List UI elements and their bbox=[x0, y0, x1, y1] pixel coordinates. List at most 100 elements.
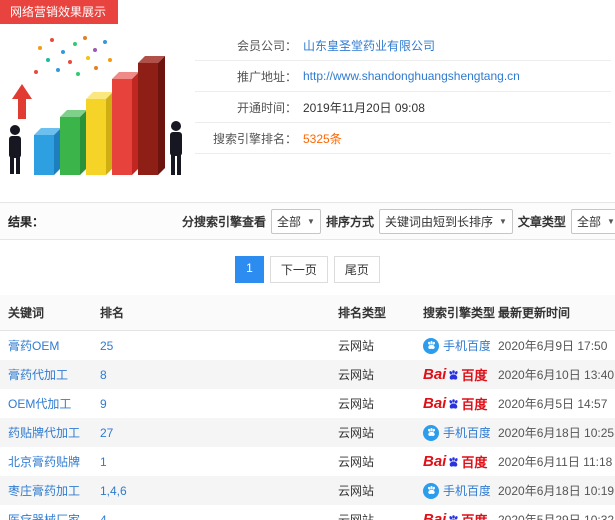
engine-cell: 手机百度 bbox=[415, 331, 490, 361]
engine-filter-select[interactable]: 全部 ▼ bbox=[271, 208, 321, 234]
rank-type-cell: 云网站 bbox=[338, 513, 375, 520]
updated-cell: 2020年6月9日 17:50 bbox=[498, 339, 608, 353]
table-row: 膏药OEM 25 云网站 手机百度 2020年6月9日 17:50 bbox=[0, 331, 615, 361]
sort-select[interactable]: 关键词由短到长排序 ▼ bbox=[378, 208, 513, 234]
mobile-baidu-label: 手机百度 bbox=[443, 339, 490, 353]
mobile-baidu-label: 手机百度 bbox=[443, 484, 490, 498]
mobile-baidu-engine: 手机百度 bbox=[423, 424, 490, 441]
keyword-cell: 膏药OEM bbox=[0, 331, 92, 361]
rank-cell: 4 bbox=[92, 505, 330, 520]
updated-cell: 2020年6月18日 10:25 bbox=[498, 426, 615, 440]
rank-link[interactable]: 4 bbox=[100, 513, 107, 520]
engine-filter-label: 分搜索引擎查看 bbox=[182, 214, 267, 229]
header-updated: 最新更新时间 bbox=[490, 295, 615, 331]
engine-cell: 手机百度 bbox=[415, 476, 490, 505]
page-title-bar: 网络营销效果展示 bbox=[0, 0, 119, 24]
rank-type-cell: 云网站 bbox=[338, 484, 375, 498]
header-keyword: 关键词 bbox=[0, 295, 92, 331]
filter-bar: 结果： 分搜索引擎查看 全部 ▼ 排序方式 关键词由短到长排序 ▼ 文章类型 全… bbox=[0, 202, 615, 240]
baidu-logo: Bai百度 bbox=[423, 453, 488, 470]
header-rank: 排名 bbox=[92, 295, 330, 331]
page-next[interactable]: 下一页 bbox=[269, 256, 328, 283]
baidu-logo: Bai百度 bbox=[423, 366, 488, 383]
header-engine-type: 搜索引擎类型 bbox=[415, 295, 495, 331]
keyword-cell: 药贴牌代加工 bbox=[0, 418, 92, 447]
rank-link[interactable]: 25 bbox=[100, 339, 113, 353]
updated-cell: 2020年5月29日 10:32 bbox=[498, 513, 615, 520]
keyword-link[interactable]: 膏药OEM bbox=[8, 339, 59, 353]
sort-value: 关键词由短到长排序 bbox=[384, 214, 493, 229]
rank-type-cell: 云网站 bbox=[338, 455, 375, 469]
result-label: 结果： bbox=[8, 214, 45, 229]
keyword-link[interactable]: 枣庄膏药加工 bbox=[8, 484, 80, 498]
page-title: 网络营销效果展示 bbox=[10, 5, 107, 19]
engine-cell: Bai百度 bbox=[415, 505, 490, 520]
keyword-link[interactable]: 北京膏药贴牌 bbox=[8, 455, 80, 469]
baidu-logo: Bai百度 bbox=[423, 395, 488, 412]
chevron-down-icon: ▼ bbox=[606, 216, 615, 226]
keyword-link[interactable]: 膏药代加工 bbox=[8, 368, 68, 382]
rank-type-cell: 云网站 bbox=[338, 426, 375, 440]
table-body: 膏药OEM 25 云网站 手机百度 2020年6月9日 17:50 膏药代加工 … bbox=[0, 331, 615, 520]
pagination: 1 下一页 尾页 bbox=[0, 256, 615, 283]
company-label: 会员公司： bbox=[236, 38, 297, 53]
mobile-baidu-label: 手机百度 bbox=[443, 426, 490, 440]
updated-cell: 2020年6月5日 14:57 bbox=[498, 397, 608, 411]
company-info-section: 会员公司： 山东皇圣堂药业有限公司 推广地址： http://www.shand… bbox=[0, 24, 615, 188]
engine-cell: Bai百度 bbox=[415, 447, 490, 476]
page-current[interactable]: 1 bbox=[235, 256, 264, 283]
filter-controls: 分搜索引擎查看 全部 ▼ 排序方式 关键词由短到长排序 ▼ 文章类型 全部 ▼ … bbox=[180, 208, 615, 235]
promo-url-label: 推广地址： bbox=[236, 69, 297, 84]
page-last[interactable]: 尾页 bbox=[333, 256, 380, 283]
rank-type-cell: 云网站 bbox=[338, 368, 375, 382]
rank-count-label: 搜索引擎排名： bbox=[212, 131, 297, 146]
open-time-row: 开通时间： 2019年11月20日 09:08 bbox=[195, 92, 611, 123]
article-type-label: 文章类型 bbox=[517, 214, 566, 229]
table-row: 膏药代加工 8 云网站 Bai 百度 2020年6月10日 13:40 bbox=[0, 360, 615, 389]
baidu-logo: Bai百度 bbox=[423, 512, 487, 520]
keyword-cell: 枣庄膏药加工 bbox=[0, 476, 92, 505]
company-info-list: 会员公司： 山东皇圣堂药业有限公司 推广地址： http://www.shand… bbox=[195, 30, 615, 188]
rank-cell: 8 bbox=[92, 360, 330, 389]
updated-cell: 2020年6月18日 10:19 bbox=[498, 484, 615, 498]
engine-filter-value: 全部 bbox=[277, 214, 302, 229]
results-table: 关键词 排名 排名类型 搜索引擎类型 最新更新时间 膏药OEM 25 云网站 手… bbox=[0, 295, 615, 520]
table-header-row: 关键词 排名 排名类型 搜索引擎类型 最新更新时间 bbox=[0, 295, 615, 331]
rank-cell: 1 bbox=[92, 447, 330, 476]
keyword-link[interactable]: 药贴牌代加工 bbox=[8, 426, 80, 440]
engine-cell: Bai百度 bbox=[415, 360, 490, 389]
keyword-link[interactable]: 医疗器械厂家 bbox=[8, 513, 80, 520]
rank-link[interactable]: 8 bbox=[100, 368, 107, 382]
rank-link[interactable]: 1 bbox=[100, 455, 107, 469]
table-row: 北京膏药贴牌 1 云网站 Bai 百度 2020年6月11日 11:18 bbox=[0, 447, 615, 476]
rank-type-cell: 云网站 bbox=[338, 397, 375, 411]
mobile-baidu-engine: 手机百度 bbox=[423, 337, 490, 354]
table-row: OEM代加工 9 云网站 Bai 百度 2020年6月5日 14:57 bbox=[0, 389, 615, 418]
page: 网络营销效果展示 会员公司： 山东皇圣堂药业有限公司 推广地址： http://… bbox=[0, 0, 615, 520]
chevron-down-icon: ▼ bbox=[499, 216, 507, 226]
table-row: 枣庄膏药加工 1,4,6 云网站 手机百度 2020年6月18日 10:19 bbox=[0, 476, 615, 505]
rank-link[interactable]: 27 bbox=[100, 426, 113, 440]
keyword-cell: 医疗器械厂家 bbox=[0, 505, 92, 520]
sort-label: 排序方式 bbox=[325, 214, 374, 229]
table-row: 医疗器械厂家 4 云网站 Bai百度 2020年5月29日 10:32 bbox=[0, 505, 615, 520]
header-rank-type: 排名类型 bbox=[330, 295, 415, 331]
keyword-cell: 北京膏药贴牌 bbox=[0, 447, 92, 476]
updated-cell: 2020年6月11日 11:18 bbox=[498, 455, 613, 469]
article-type-select[interactable]: 全部 ▼ bbox=[570, 208, 615, 234]
promo-url-link[interactable]: http://www.shandonghuangshengtang.cn bbox=[303, 69, 520, 83]
engine-cell: Bai百度 bbox=[415, 389, 490, 418]
updated-cell: 2020年6月10日 13:40 bbox=[498, 368, 615, 382]
open-time-label: 开通时间： bbox=[236, 100, 297, 115]
rank-count-value: 5325条 bbox=[303, 131, 342, 146]
rank-link[interactable]: 1,4,6 bbox=[100, 484, 127, 498]
keyword-cell: 膏药代加工 bbox=[0, 360, 92, 389]
company-name-link[interactable]: 山东皇圣堂药业有限公司 bbox=[303, 37, 435, 54]
mobile-baidu-icon bbox=[423, 337, 439, 354]
mobile-baidu-icon bbox=[423, 424, 439, 441]
keyword-cell: OEM代加工 bbox=[0, 389, 92, 418]
open-time-value: 2019年11月20日 09:08 bbox=[303, 100, 425, 115]
rank-link[interactable]: 9 bbox=[100, 397, 107, 411]
keyword-link[interactable]: OEM代加工 bbox=[8, 397, 71, 411]
article-type-value: 全部 bbox=[576, 214, 601, 229]
